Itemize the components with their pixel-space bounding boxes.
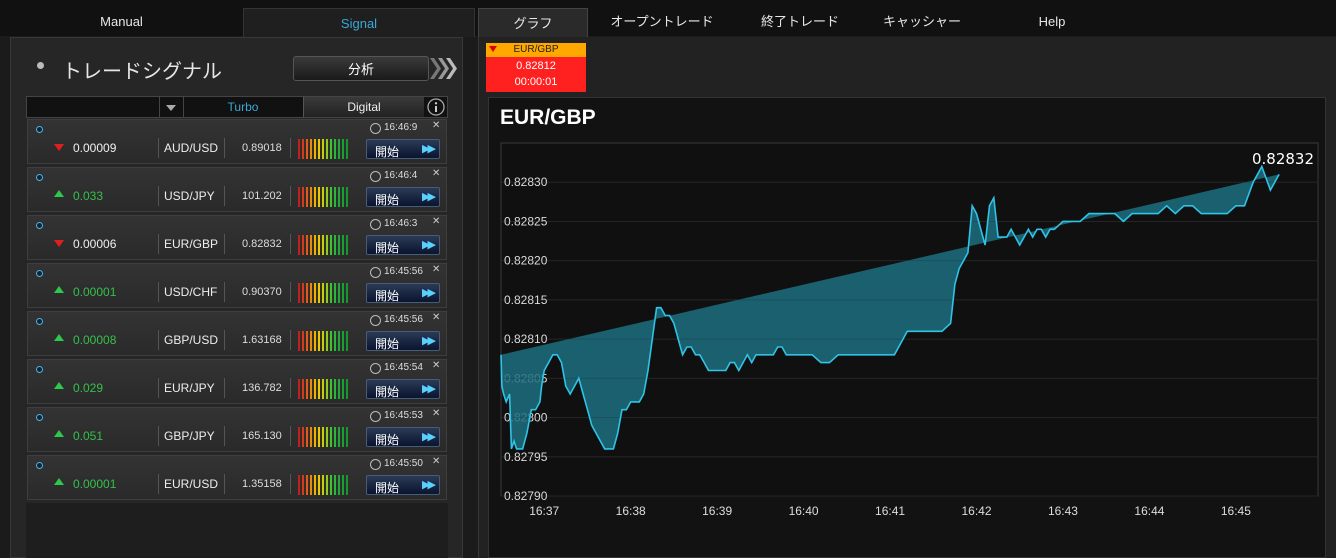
x-tick-label: 16:38: [616, 504, 646, 518]
x-tick-label: 16:41: [875, 504, 905, 518]
price-chart: 0.827900.827950.828000.828050.828100.828…: [500, 142, 1319, 518]
x-tick-label: 16:39: [702, 504, 732, 518]
x-tick-label: 16:40: [789, 504, 819, 518]
x-tick-label: 16:45: [1221, 504, 1251, 518]
x-tick-label: 16:43: [1048, 504, 1078, 518]
x-tick-label: 16:37: [529, 504, 559, 518]
last-price-label: 0.82832: [1252, 150, 1314, 168]
x-tick-label: 16:44: [1134, 504, 1164, 518]
x-tick-label: 16:42: [961, 504, 991, 518]
